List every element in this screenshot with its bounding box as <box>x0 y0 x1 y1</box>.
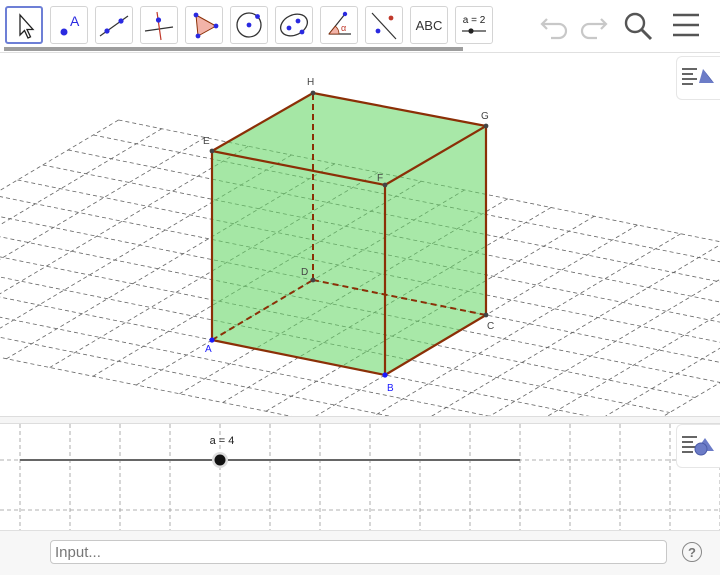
move-tool-icon <box>19 13 35 39</box>
point-tool-button[interactable]: A <box>50 6 88 44</box>
search-icon[interactable] <box>622 10 656 42</box>
algebra-input[interactable] <box>50 540 667 564</box>
grid-line <box>568 382 720 473</box>
point-H <box>310 90 316 96</box>
slider-label: a = 4 <box>210 435 235 447</box>
move-tool-button[interactable] <box>5 6 43 44</box>
perpendicular-line-tool-button[interactable] <box>140 6 178 44</box>
point-label-G: G <box>481 111 489 122</box>
polygon-tool-icon <box>193 12 219 39</box>
point-B <box>382 372 388 378</box>
point-label-D: D <box>301 267 308 278</box>
undo-icon[interactable] <box>538 10 572 42</box>
point-E <box>209 148 215 154</box>
point-label-C: C <box>487 321 494 332</box>
polygon-tool-button[interactable] <box>185 6 223 44</box>
ellipse-tool-icon <box>279 13 309 37</box>
cube-face-back <box>313 93 486 315</box>
angle-tool-icon: α <box>328 11 351 35</box>
style-bar-2d-button[interactable] <box>676 424 720 468</box>
perpendicular-line-tool-icon <box>144 11 174 41</box>
point-label-H: H <box>307 77 314 88</box>
help-icon[interactable]: ? <box>682 542 702 562</box>
slider-scene: a = 4 <box>0 424 720 530</box>
reflect-tool-button[interactable] <box>365 6 403 44</box>
point-D <box>310 277 316 283</box>
circle-tool-icon <box>236 12 262 38</box>
svg-text:a = 2: a = 2 <box>463 15 486 26</box>
graphics-2d-view[interactable]: a = 4 <box>0 424 720 530</box>
grid-line <box>0 128 162 226</box>
svg-text:A: A <box>70 13 80 29</box>
point-F <box>382 182 388 188</box>
input-bar: ? <box>0 530 720 575</box>
slider-tool-button[interactable]: a = 2 <box>455 6 493 44</box>
style-bar-3d-button[interactable] <box>676 56 720 100</box>
slider-tool-icon: a = 2 <box>462 15 486 34</box>
angle-tool-button[interactable]: α <box>320 6 358 44</box>
view-divider[interactable] <box>0 416 720 424</box>
toolbar: A α ABC a = 2 <box>0 0 720 52</box>
grid-2d <box>0 424 720 530</box>
point-label-E: E <box>203 136 210 147</box>
point-C <box>483 312 489 318</box>
circle-tool-button[interactable] <box>230 6 268 44</box>
point-label-B: B <box>387 383 394 394</box>
grid-line <box>0 119 119 191</box>
toolbar-scroll-indicator <box>4 47 463 51</box>
cube-scene: A B C D E F G H <box>0 77 720 473</box>
redo-icon[interactable] <box>576 10 610 42</box>
svg-text:α: α <box>341 23 346 33</box>
style-bar-2d-icon <box>682 436 714 456</box>
menu-icon[interactable] <box>670 10 702 42</box>
point-tool-icon: A <box>60 13 80 36</box>
point-A <box>209 337 215 343</box>
ellipse-tool-button[interactable] <box>275 6 313 44</box>
text-tool-button[interactable]: ABC <box>410 6 448 44</box>
slider-handle[interactable] <box>214 454 226 466</box>
line-tool-icon <box>99 15 129 37</box>
point-G <box>483 123 489 129</box>
graphics-3d-view[interactable]: A B C D E F G H <box>0 53 720 473</box>
reflect-tool-icon <box>371 12 397 40</box>
text-tool-icon: ABC <box>415 17 443 33</box>
point-label-A: A <box>205 344 212 355</box>
line-tool-button[interactable] <box>95 6 133 44</box>
point-label-F: F <box>377 173 383 184</box>
style-bar-3d-icon <box>682 68 714 85</box>
